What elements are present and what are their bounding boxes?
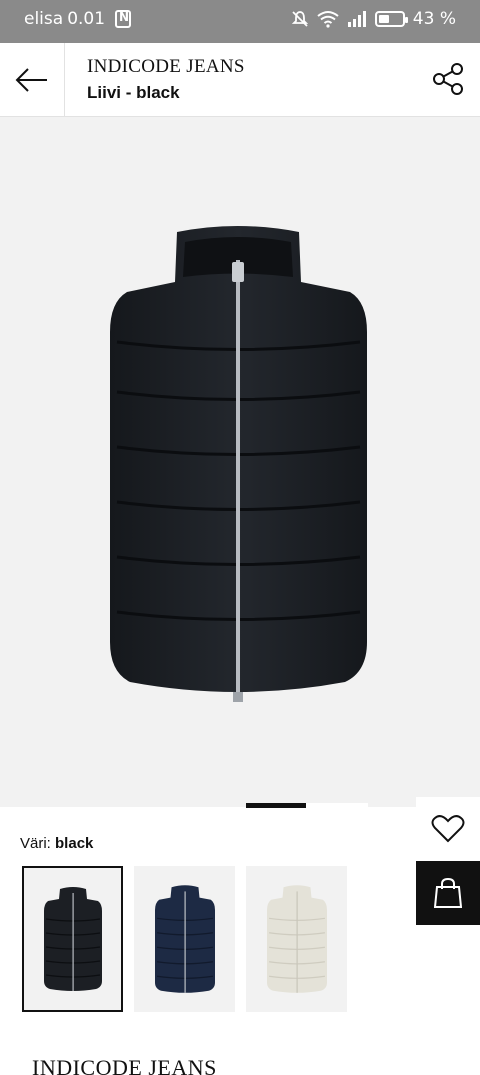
product-header: INDICODE JEANS Liivi - black [0,43,480,117]
colour-swatches [22,866,347,1012]
status-left: elisa 0.01 [24,9,132,29]
swatch-navy[interactable] [134,866,235,1012]
data-rate: 0.01 [67,9,106,29]
swatch-image [43,887,102,991]
swatch-image [266,885,327,993]
swatch-image [154,885,215,993]
add-to-bag-button[interactable] [416,861,480,925]
status-right: 43 % [291,9,456,29]
colour-label: Väri: black [20,835,93,852]
shopping-bag-icon [434,877,462,908]
gallery-indicator [246,803,368,808]
colour-label-text: Väri: [20,835,51,852]
colour-value: black [55,835,94,852]
product-image-gallery[interactable] [0,117,480,925]
share-button[interactable] [430,61,466,97]
wifi-icon [317,11,339,28]
heart-icon [431,815,465,843]
battery-level: 43 % [412,9,456,29]
share-icon [433,63,463,95]
product-title: Liivi - black [87,83,180,102]
product-image [110,226,367,702]
back-arrow-icon [15,67,47,92]
signal-icon [347,11,366,27]
back-button[interactable] [0,43,65,116]
swatch-cream[interactable] [246,866,347,1012]
wishlist-button[interactable] [416,797,480,861]
battery-icon [374,11,408,27]
gallery-indicator-active [246,803,306,808]
brand-name[interactable]: INDICODE JEANS [87,56,245,78]
nfc-icon [115,10,132,28]
swatch-black[interactable] [22,866,123,1012]
product-page: elisa 0.01 43 % INDICODE JEANS Liivi - b… [0,0,480,1075]
carrier-name: elisa [24,9,64,29]
status-bar: elisa 0.01 43 % [0,0,480,43]
mute-icon [291,11,308,27]
brand-heading: INDICODE JEANS [32,1055,217,1075]
